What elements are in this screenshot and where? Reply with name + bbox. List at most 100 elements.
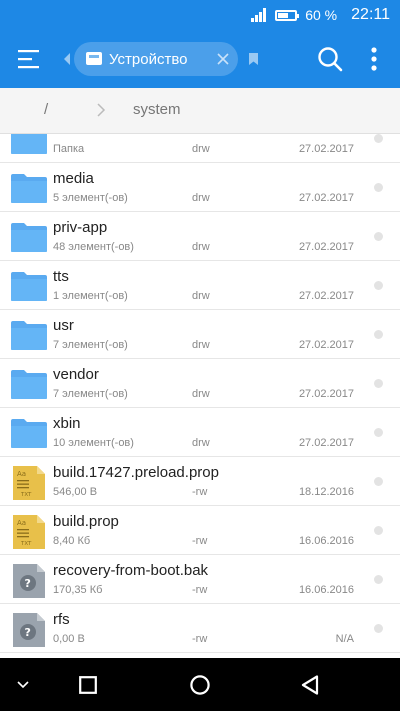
file-permissions: -rw xyxy=(192,486,208,498)
status-bar: 60 % 22:11 xyxy=(0,0,400,30)
folder-icon xyxy=(11,270,47,302)
select-checkbox[interactable] xyxy=(374,183,383,192)
file-permissions: drw xyxy=(192,143,210,155)
folder-icon xyxy=(11,134,47,155)
signal-icon xyxy=(251,8,267,22)
file-permissions: drw xyxy=(192,388,210,400)
system-navigation-bar xyxy=(0,658,400,711)
location-chip[interactable]: Устройство xyxy=(74,42,238,76)
file-details: 170,35 Кб xyxy=(53,584,103,596)
back-icon xyxy=(301,674,319,695)
file-permissions: drw xyxy=(192,290,210,302)
location-chip-label: Устройство xyxy=(109,50,188,68)
file-row[interactable]: lost+found Папка drw 27.02.2017 xyxy=(0,134,400,163)
bookmark-button[interactable] xyxy=(242,30,264,88)
file-name: media xyxy=(53,170,94,187)
select-checkbox[interactable] xyxy=(374,428,383,437)
device-icon xyxy=(86,52,102,66)
breadcrumb: / system xyxy=(0,88,400,134)
file-date: 27.02.2017 xyxy=(298,192,354,204)
select-checkbox[interactable] xyxy=(374,232,383,241)
file-row[interactable]: usr 7 элемент(-ов) drw 27.02.2017 xyxy=(0,310,400,359)
file-row[interactable]: tts 1 элемент(-ов) drw 27.02.2017 xyxy=(0,261,400,310)
file-date: 27.02.2017 xyxy=(298,241,354,253)
file-row[interactable]: ? recovery-from-boot.bak 170,35 Кб -rw 16.06… xyxy=(0,555,400,604)
file-name: priv-app xyxy=(53,219,108,236)
file-row[interactable]: priv-app 48 элемент(-ов) drw 27.02.2017 xyxy=(0,212,400,261)
search-icon xyxy=(318,47,343,72)
hide-keyboard-icon xyxy=(17,680,29,688)
file-name: build.17427.preload.prop xyxy=(53,464,219,481)
battery-percent: 60 % xyxy=(305,7,338,23)
svg-text:?: ? xyxy=(25,626,31,639)
select-checkbox[interactable] xyxy=(374,330,383,339)
file-date: N/A xyxy=(335,633,354,645)
select-checkbox[interactable] xyxy=(374,281,383,290)
folder-icon xyxy=(11,172,47,204)
file-details: Папка xyxy=(53,143,85,155)
breadcrumb-current[interactable]: system xyxy=(133,101,181,118)
file-row[interactable]: ? rfs 0,00 B -rw N/A xyxy=(0,604,400,653)
file-date: 27.02.2017 xyxy=(298,143,354,155)
file-date: 27.02.2017 xyxy=(298,339,354,351)
recents-icon xyxy=(79,675,97,694)
home-button[interactable] xyxy=(180,658,220,711)
svg-text:TXT: TXT xyxy=(20,492,32,498)
more-options-button[interactable] xyxy=(352,30,396,88)
folder-icon xyxy=(11,319,47,351)
close-icon[interactable] xyxy=(216,52,230,66)
menu-icon xyxy=(18,50,39,69)
hide-keyboard-button[interactable] xyxy=(6,658,40,711)
folder-icon xyxy=(11,368,47,400)
recents-button[interactable] xyxy=(68,658,108,711)
breadcrumb-root[interactable]: / xyxy=(44,101,48,118)
back-button[interactable] xyxy=(290,658,330,711)
select-checkbox[interactable] xyxy=(374,134,383,143)
svg-text:Aa: Aa xyxy=(17,519,26,527)
folder-icon xyxy=(11,221,47,253)
file-name: usr xyxy=(53,317,74,334)
file-permissions: drw xyxy=(192,437,210,449)
back-arrow-icon xyxy=(64,53,70,65)
select-checkbox[interactable] xyxy=(374,624,383,633)
file-date: 27.02.2017 xyxy=(298,437,354,449)
select-checkbox[interactable] xyxy=(374,477,383,486)
unknown-file-icon: ? xyxy=(11,564,47,598)
file-name: xbin xyxy=(53,415,81,432)
file-name: vendor xyxy=(53,366,99,383)
select-checkbox[interactable] xyxy=(374,526,383,535)
file-row[interactable]: xbin 10 элемент(-ов) drw 27.02.2017 xyxy=(0,408,400,457)
file-details: 546,00 B xyxy=(53,486,98,498)
select-checkbox[interactable] xyxy=(374,575,383,584)
file-permissions: -rw xyxy=(192,584,208,596)
file-date: 27.02.2017 xyxy=(298,290,354,302)
file-row[interactable]: Aa TXT build.17427.preload.prop 546,00 B -rw… xyxy=(0,457,400,506)
file-details: 7 элемент(-ов) xyxy=(53,388,128,400)
file-row[interactable]: Aa TXT build.prop 8,40 Кб -rw 16.06.2016 xyxy=(0,506,400,555)
svg-text:Aa: Aa xyxy=(17,470,26,478)
file-date: 27.02.2017 xyxy=(298,388,354,400)
file-list[interactable]: lost+found Папка drw 27.02.2017 media 5 элеме… xyxy=(0,134,400,658)
file-permissions: -rw xyxy=(192,535,208,547)
file-row[interactable]: vendor 7 элемент(-ов) drw 27.02.2017 xyxy=(0,359,400,408)
file-details: 8,40 Кб xyxy=(53,535,91,547)
unknown-file-icon: ? xyxy=(11,613,47,647)
search-button[interactable] xyxy=(308,30,352,88)
back-arrow-button[interactable] xyxy=(60,30,74,88)
file-date: 18.12.2016 xyxy=(298,486,354,498)
toolbar: Устройство xyxy=(0,30,400,88)
file-name: lost+found xyxy=(53,134,123,138)
file-details: 48 элемент(-ов) xyxy=(53,241,134,253)
file-name: build.prop xyxy=(53,513,119,530)
battery-icon xyxy=(275,9,300,21)
file-row[interactable]: media 5 элемент(-ов) drw 27.02.2017 xyxy=(0,163,400,212)
file-date: 16.06.2016 xyxy=(298,535,354,547)
file-date: 16.06.2016 xyxy=(298,584,354,596)
svg-text:TXT: TXT xyxy=(20,541,32,547)
file-details: 1 элемент(-ов) xyxy=(53,290,128,302)
menu-button[interactable] xyxy=(0,30,60,88)
file-name: recovery-from-boot.bak xyxy=(53,562,209,579)
select-checkbox[interactable] xyxy=(374,379,383,388)
file-permissions: drw xyxy=(192,241,210,253)
file-details: 5 элемент(-ов) xyxy=(53,192,128,204)
